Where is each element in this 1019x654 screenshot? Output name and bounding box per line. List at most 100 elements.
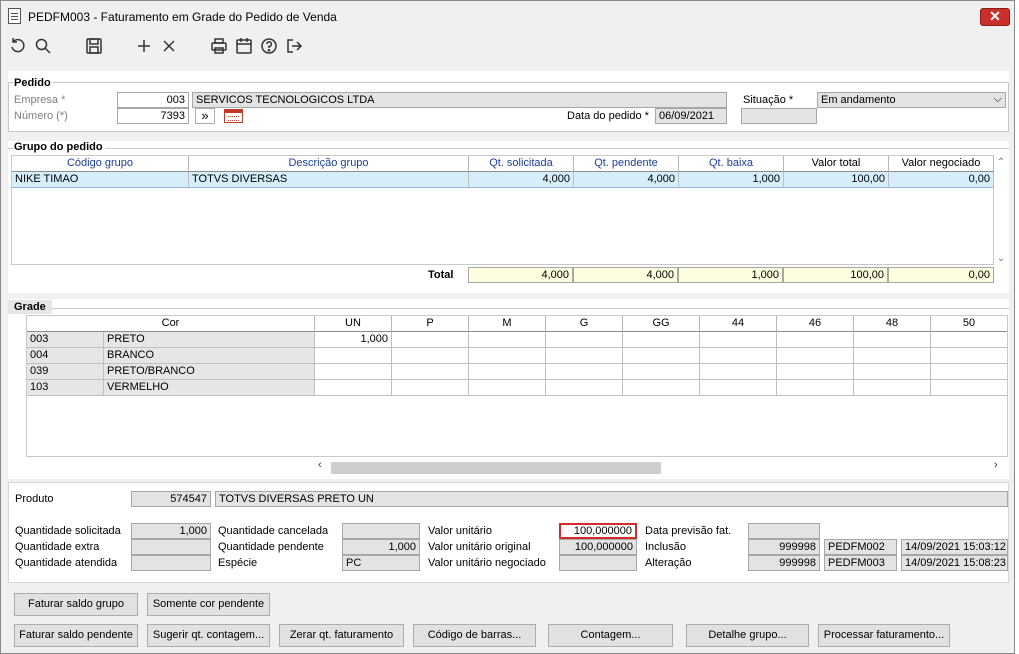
vertical-scrollbar[interactable]: ⌃ ⌄: [995, 155, 1007, 265]
size-cell[interactable]: [777, 348, 854, 364]
codigo-de-barras-button[interactable]: Código de barras...: [413, 624, 536, 647]
size-cell[interactable]: [700, 380, 777, 396]
size-cell[interactable]: [469, 364, 546, 380]
size-cell[interactable]: [623, 332, 700, 348]
column-header[interactable]: GG: [623, 316, 700, 332]
table-cell[interactable]: NIKE TIMAO: [12, 172, 189, 188]
table-cell[interactable]: 100,00: [784, 172, 889, 188]
chevron-down-icon[interactable]: ⌵: [994, 93, 1002, 106]
column-header[interactable]: M: [469, 316, 546, 332]
column-header[interactable]: Código grupo: [12, 156, 189, 172]
calendar-icon[interactable]: [234, 36, 254, 56]
size-cell[interactable]: [469, 348, 546, 364]
numero-field[interactable]: 7393: [117, 108, 189, 124]
sugerir-qt-contagem-button[interactable]: Sugerir qt. contagem...: [147, 624, 270, 647]
chevron-up-icon[interactable]: ⌃: [995, 157, 1007, 168]
faturar-saldo-grupo-button[interactable]: Faturar saldo grupo: [14, 593, 138, 616]
alteracao-program-field: PEDFM003: [824, 555, 897, 571]
column-header[interactable]: 50: [931, 316, 1007, 332]
pedido-panel: Pedido Empresa * 003 SERVICOS TECNOLOGIC…: [8, 71, 1009, 132]
table-cell[interactable]: 0,00: [889, 172, 994, 188]
table-cell[interactable]: 4,000: [469, 172, 574, 188]
size-cell[interactable]: [931, 348, 1007, 364]
size-cell[interactable]: [546, 380, 623, 396]
column-header[interactable]: Qt. baixa: [679, 156, 784, 172]
contagem-button[interactable]: Contagem...: [548, 624, 673, 647]
column-header[interactable]: G: [546, 316, 623, 332]
size-cell[interactable]: [623, 348, 700, 364]
size-cell[interactable]: [931, 364, 1007, 380]
numero-search-button[interactable]: »: [195, 108, 215, 124]
add-icon[interactable]: [134, 36, 154, 56]
zerar-qt-faturamento-button[interactable]: Zerar qt. faturamento: [279, 624, 404, 647]
size-cell[interactable]: [931, 332, 1007, 348]
grade-panel: Grade Cor UN P M G GG 44 46 48 50 003 PRE…: [8, 299, 1009, 479]
faturar-saldo-pendente-button[interactable]: Faturar saldo pendente: [14, 624, 138, 647]
grade-table: Cor UN P M G GG 44 46 48 50 003 PRETO 1,00…: [26, 315, 1008, 457]
size-cell[interactable]: [546, 332, 623, 348]
vl-unit-original-label: Valor unitário original: [428, 541, 531, 553]
table-cell[interactable]: 1,000: [679, 172, 784, 188]
help-icon[interactable]: [259, 36, 279, 56]
column-header[interactable]: Descrição grupo: [189, 156, 469, 172]
print-icon[interactable]: [209, 36, 229, 56]
save-icon[interactable]: [84, 36, 104, 56]
chevron-down-icon[interactable]: ⌄: [995, 253, 1007, 264]
column-header[interactable]: Cor: [27, 316, 315, 332]
scrollbar-thumb[interactable]: [331, 462, 661, 474]
size-cell[interactable]: [315, 364, 392, 380]
size-cell[interactable]: [546, 348, 623, 364]
size-cell[interactable]: [392, 380, 469, 396]
size-cell[interactable]: [854, 380, 931, 396]
size-cell[interactable]: [854, 364, 931, 380]
size-cell[interactable]: [777, 380, 854, 396]
undo-icon[interactable]: [8, 36, 28, 56]
detalhe-grupo-button[interactable]: Detalhe grupo...: [686, 624, 809, 647]
column-header[interactable]: P: [392, 316, 469, 332]
exit-icon[interactable]: [284, 36, 304, 56]
size-cell[interactable]: 1,000: [315, 332, 392, 348]
size-cell[interactable]: [777, 364, 854, 380]
column-header[interactable]: Qt. solicitada: [469, 156, 574, 172]
column-header[interactable]: Valor total: [784, 156, 889, 172]
column-header[interactable]: Qt. pendente: [574, 156, 679, 172]
size-cell[interactable]: [469, 332, 546, 348]
size-cell[interactable]: [623, 380, 700, 396]
somente-cor-pendente-button[interactable]: Somente cor pendente: [147, 593, 270, 616]
situacao-select[interactable]: Em andamento ⌵: [817, 92, 1006, 108]
size-cell[interactable]: [546, 364, 623, 380]
size-cell[interactable]: [469, 380, 546, 396]
search-icon[interactable]: [33, 36, 53, 56]
table-cell[interactable]: TOTVS DIVERSAS: [189, 172, 469, 188]
empresa-code-field[interactable]: 003: [117, 92, 189, 108]
size-cell[interactable]: [392, 332, 469, 348]
delete-icon[interactable]: [159, 36, 179, 56]
size-cell[interactable]: [854, 332, 931, 348]
close-button[interactable]: ✕: [980, 8, 1010, 26]
size-cell[interactable]: [315, 380, 392, 396]
size-cell[interactable]: [931, 380, 1007, 396]
size-cell[interactable]: [315, 348, 392, 364]
total-label: Total: [428, 269, 454, 281]
horizontal-scrollbar[interactable]: ‹ ›: [314, 459, 1004, 474]
column-header[interactable]: Valor negociado: [889, 156, 994, 172]
column-header[interactable]: 46: [777, 316, 854, 332]
details-panel: Produto 574547 TOTVS DIVERSAS PRETO UN Q…: [8, 482, 1009, 583]
size-cell[interactable]: [700, 332, 777, 348]
size-cell[interactable]: [392, 364, 469, 380]
size-cell[interactable]: [700, 364, 777, 380]
size-cell[interactable]: [392, 348, 469, 364]
column-header[interactable]: 44: [700, 316, 777, 332]
column-header[interactable]: UN: [315, 316, 392, 332]
size-cell[interactable]: [777, 332, 854, 348]
size-cell[interactable]: [700, 348, 777, 364]
vl-unitario-field[interactable]: 100,000000: [559, 523, 637, 539]
chevron-left-icon[interactable]: ‹: [318, 459, 322, 471]
processar-faturamento-button[interactable]: Processar faturamento...: [818, 624, 950, 647]
table-cell[interactable]: 4,000: [574, 172, 679, 188]
size-cell[interactable]: [623, 364, 700, 380]
calendar-icon[interactable]: [224, 109, 243, 123]
chevron-right-icon[interactable]: ›: [994, 459, 998, 471]
column-header[interactable]: 48: [854, 316, 931, 332]
size-cell[interactable]: [854, 348, 931, 364]
